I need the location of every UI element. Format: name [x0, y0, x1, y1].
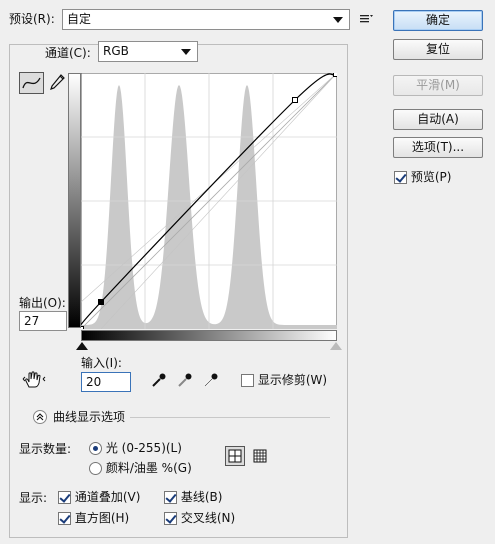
input-gradient-bar	[81, 330, 337, 341]
output-label: 输出(O):	[19, 296, 66, 310]
preview-checkbox[interactable]	[394, 171, 407, 184]
baseline-label: 基线(B)	[180, 490, 223, 504]
section-divider	[130, 417, 330, 418]
chevron-down-icon	[181, 49, 191, 55]
show-amount-label: 显示数量:	[19, 442, 72, 456]
preset-options-menu-icon[interactable]	[358, 10, 374, 26]
light-radio[interactable]	[89, 442, 102, 455]
histogram-checkbox[interactable]	[58, 512, 71, 525]
input-label: 输入(I):	[81, 356, 122, 370]
collapse-toggle-icon[interactable]	[33, 410, 47, 424]
light-radio-row[interactable]: 光 (0-255)(L)	[89, 440, 182, 456]
histogram-row[interactable]: 直方图(H)	[58, 510, 129, 526]
curve-point[interactable]	[333, 73, 338, 77]
white-point-slider[interactable]	[330, 342, 342, 350]
light-radio-label: 光 (0-255)(L)	[105, 441, 182, 455]
channel-overlays-checkbox[interactable]	[58, 491, 71, 504]
output-gradient-bar	[68, 73, 81, 328]
simple-grid-icon[interactable]	[225, 446, 245, 466]
curve-point-selected[interactable]	[98, 299, 104, 305]
curve-graph[interactable]	[81, 73, 337, 329]
on-image-adjust-hand-icon[interactable]	[22, 370, 46, 390]
histogram-label: 直方图(H)	[74, 511, 130, 525]
preset-value: 自定	[67, 12, 92, 26]
intersection-label: 交叉线(N)	[180, 511, 236, 525]
baseline-row[interactable]: 基线(B)	[164, 489, 222, 505]
curve-options-heading: 曲线显示选项	[53, 410, 126, 424]
ok-button[interactable]: 确定	[393, 10, 483, 31]
smooth-button[interactable]: 平滑(M)	[393, 75, 483, 96]
auto-button[interactable]: 自动(A)	[393, 109, 483, 130]
channel-overlays-row[interactable]: 通道叠加(V)	[58, 489, 140, 505]
options-button[interactable]: 选项(T)...	[393, 137, 483, 158]
channel-label: 通道(C):	[42, 45, 94, 61]
curve-point-tool-icon[interactable]	[19, 72, 44, 94]
show-label: 显示:	[19, 491, 48, 505]
baseline-checkbox[interactable]	[164, 491, 177, 504]
channel-value: RGB	[103, 44, 129, 58]
gray-eyedropper-icon[interactable]	[176, 371, 194, 389]
show-clipping-row[interactable]: 显示修剪(W)	[241, 372, 327, 388]
black-point-slider[interactable]	[76, 342, 88, 350]
chevron-down-icon	[333, 17, 343, 23]
output-field[interactable]: 27	[19, 311, 67, 331]
intersection-checkbox[interactable]	[164, 512, 177, 525]
pigment-radio[interactable]	[89, 462, 102, 475]
preset-select[interactable]: 自定	[62, 9, 350, 30]
pigment-radio-label: 颜料/油墨 %(G)	[105, 461, 192, 475]
reset-button[interactable]: 复位	[393, 39, 483, 60]
preset-label: 预设(R):	[9, 12, 55, 26]
curve-point[interactable]	[81, 326, 84, 330]
preview-checkbox-row[interactable]: 预览(P)	[394, 169, 451, 185]
preview-label: 预览(P)	[410, 170, 452, 184]
intersection-row[interactable]: 交叉线(N)	[164, 510, 235, 526]
channel-overlays-label: 通道叠加(V)	[74, 490, 141, 504]
pencil-icon[interactable]	[47, 72, 67, 94]
pigment-radio-row[interactable]: 颜料/油墨 %(G)	[89, 460, 192, 476]
show-clipping-checkbox[interactable]	[241, 374, 254, 387]
input-field[interactable]: 20	[81, 372, 131, 392]
curve-point[interactable]	[292, 97, 298, 103]
show-clipping-label: 显示修剪(W)	[257, 373, 328, 387]
white-eyedropper-icon[interactable]	[202, 371, 220, 389]
channel-select[interactable]: RGB	[98, 41, 198, 62]
detailed-grid-icon[interactable]	[250, 446, 270, 466]
black-eyedropper-icon[interactable]	[150, 371, 168, 389]
